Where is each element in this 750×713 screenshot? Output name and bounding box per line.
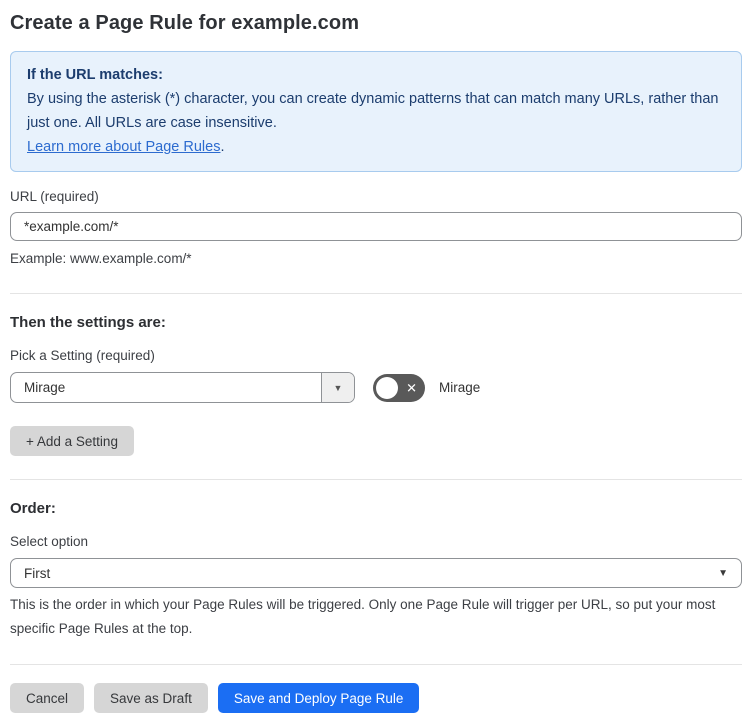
- url-field-label: URL (required): [10, 189, 99, 204]
- add-setting-button[interactable]: + Add a Setting: [10, 426, 134, 456]
- info-box-heading: If the URL matches:: [27, 67, 163, 83]
- divider: [10, 479, 742, 480]
- order-helper-text: This is the order in which your Page Rul…: [10, 597, 716, 636]
- order-row: Select option First ▼ This is the order …: [10, 534, 742, 641]
- toggle-label: Mirage: [439, 380, 481, 395]
- cancel-button[interactable]: Cancel: [10, 683, 85, 713]
- order-select-value: First: [24, 565, 51, 581]
- url-example-text: Example: www.example.com/*: [10, 251, 192, 266]
- link-suffix: .: [220, 139, 225, 155]
- info-box-body: By using the asterisk (*) character, you…: [27, 91, 719, 131]
- info-box-link-line: Learn more about Page Rules.: [27, 135, 725, 159]
- save-and-deploy-button[interactable]: Save and Deploy Page Rule: [217, 683, 420, 713]
- setting-controls: Mirage ▼ ✕ Mirage: [10, 372, 742, 403]
- order-select-label: Select option: [10, 534, 89, 549]
- order-select[interactable]: First ▼: [10, 558, 742, 588]
- toggle-knob: [376, 376, 398, 399]
- divider: [10, 293, 742, 294]
- page-title: Create a Page Rule for example.com: [10, 12, 360, 34]
- caret-down-icon: ▼: [718, 567, 728, 579]
- url-input[interactable]: [10, 212, 742, 241]
- order-section-heading: Order:: [10, 500, 56, 517]
- divider: [10, 664, 742, 665]
- setting-dropdown-arrow-button[interactable]: ▼: [321, 373, 354, 402]
- mirage-toggle[interactable]: ✕: [373, 373, 425, 402]
- toggle-off-x-icon: ✕: [406, 380, 417, 395]
- setting-dropdown-value: Mirage: [24, 380, 66, 395]
- url-match-info-box: If the URL matches: By using the asteris…: [10, 51, 742, 172]
- setting-row: Pick a Setting (required) Mirage ▼ ✕ Mir…: [10, 348, 742, 403]
- setting-dropdown[interactable]: Mirage ▼: [10, 372, 355, 403]
- learn-more-link[interactable]: Learn more about Page Rules: [27, 139, 220, 155]
- save-as-draft-button[interactable]: Save as Draft: [94, 683, 208, 713]
- page-rule-form: Create a Page Rule for example.com If th…: [0, 0, 750, 713]
- footer-actions: Cancel Save as Draft Save and Deploy Pag…: [10, 683, 742, 713]
- chevron-down-icon: ▼: [333, 382, 343, 393]
- settings-section-heading: Then the settings are:: [10, 314, 166, 331]
- pick-setting-label: Pick a Setting (required): [10, 348, 155, 363]
